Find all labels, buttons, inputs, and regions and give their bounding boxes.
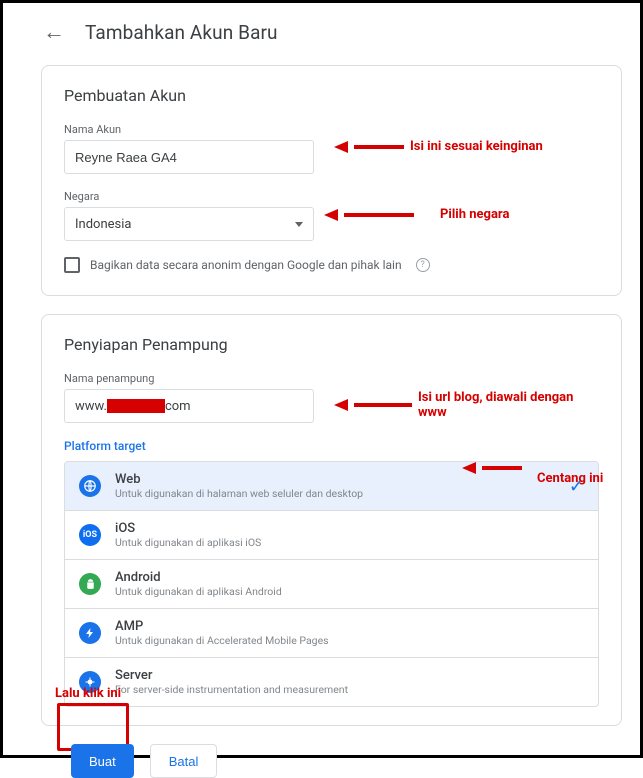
annotation-country: Pilih negara	[440, 207, 509, 222]
platform-list: Web Untuk digunakan di halaman web selul…	[64, 461, 599, 707]
check-icon: ✓	[569, 476, 584, 497]
country-select[interactable]: Indonesia	[64, 207, 314, 241]
redacted-block	[107, 399, 165, 413]
platform-android[interactable]: Android Untuk digunakan di aplikasi Andr…	[65, 559, 598, 608]
back-arrow-icon[interactable]: ←	[43, 19, 65, 45]
container-card-title: Penyiapan Penampung	[64, 335, 599, 354]
account-creation-card: Pembuatan Akun Nama Akun Isi ini sesuai …	[41, 65, 622, 296]
platform-name: iOS	[115, 521, 261, 536]
container-name-label: Nama penampung	[64, 372, 599, 385]
account-card-title: Pembuatan Akun	[64, 86, 599, 105]
platform-ios[interactable]: iOS iOS Untuk digunakan di aplikasi iOS	[65, 510, 598, 559]
platform-name: Web	[115, 472, 363, 487]
platform-desc: Untuk digunakan di halaman web seluler d…	[115, 487, 363, 500]
anonymous-share-checkbox[interactable]	[64, 257, 80, 273]
create-button[interactable]: Buat	[71, 744, 134, 778]
amp-icon	[79, 622, 101, 644]
android-icon	[79, 573, 101, 595]
platform-amp[interactable]: AMP Untuk digunakan di Accelerated Mobil…	[65, 608, 598, 657]
platform-desc: Untuk digunakan di aplikasi iOS	[115, 536, 261, 549]
container-url-suffix: com	[165, 399, 191, 414]
platform-desc: Untuk digunakan di aplikasi Android	[115, 585, 282, 598]
platform-web[interactable]: Web Untuk digunakan di halaman web selul…	[65, 462, 598, 510]
annotation-url: Isi url blog, diawali dengan www	[418, 390, 599, 420]
platform-name: Server	[115, 668, 348, 683]
account-name-label: Nama Akun	[64, 123, 599, 136]
country-value: Indonesia	[75, 217, 131, 232]
platform-desc: Untuk digunakan di Accelerated Mobile Pa…	[115, 634, 329, 647]
annotation-name: Isi ini sesuai keinginan	[410, 139, 543, 154]
container-name-input[interactable]: www. com	[64, 389, 314, 423]
cancel-button[interactable]: Batal	[150, 744, 218, 778]
platform-desc: For server-side instrumentation and meas…	[115, 683, 348, 696]
account-name-input[interactable]	[64, 140, 314, 174]
server-icon	[79, 671, 101, 693]
help-icon[interactable]: ?	[416, 258, 430, 272]
ios-icon: iOS	[79, 524, 101, 546]
chevron-down-icon	[295, 222, 303, 227]
page-title: Tambahkan Akun Baru	[85, 21, 278, 44]
web-icon	[79, 475, 101, 497]
container-url-prefix: www.	[75, 399, 107, 414]
country-label: Negara	[64, 190, 599, 203]
anonymous-share-label: Bagikan data secara anonim dengan Google…	[90, 258, 402, 272]
platform-name: Android	[115, 570, 282, 585]
container-setup-card: Penyiapan Penampung Nama penampung www. …	[41, 314, 622, 726]
platform-name: AMP	[115, 619, 329, 634]
platform-server[interactable]: Server For server-side instrumentation a…	[65, 657, 598, 706]
platform-target-label: Platform target	[64, 439, 599, 453]
